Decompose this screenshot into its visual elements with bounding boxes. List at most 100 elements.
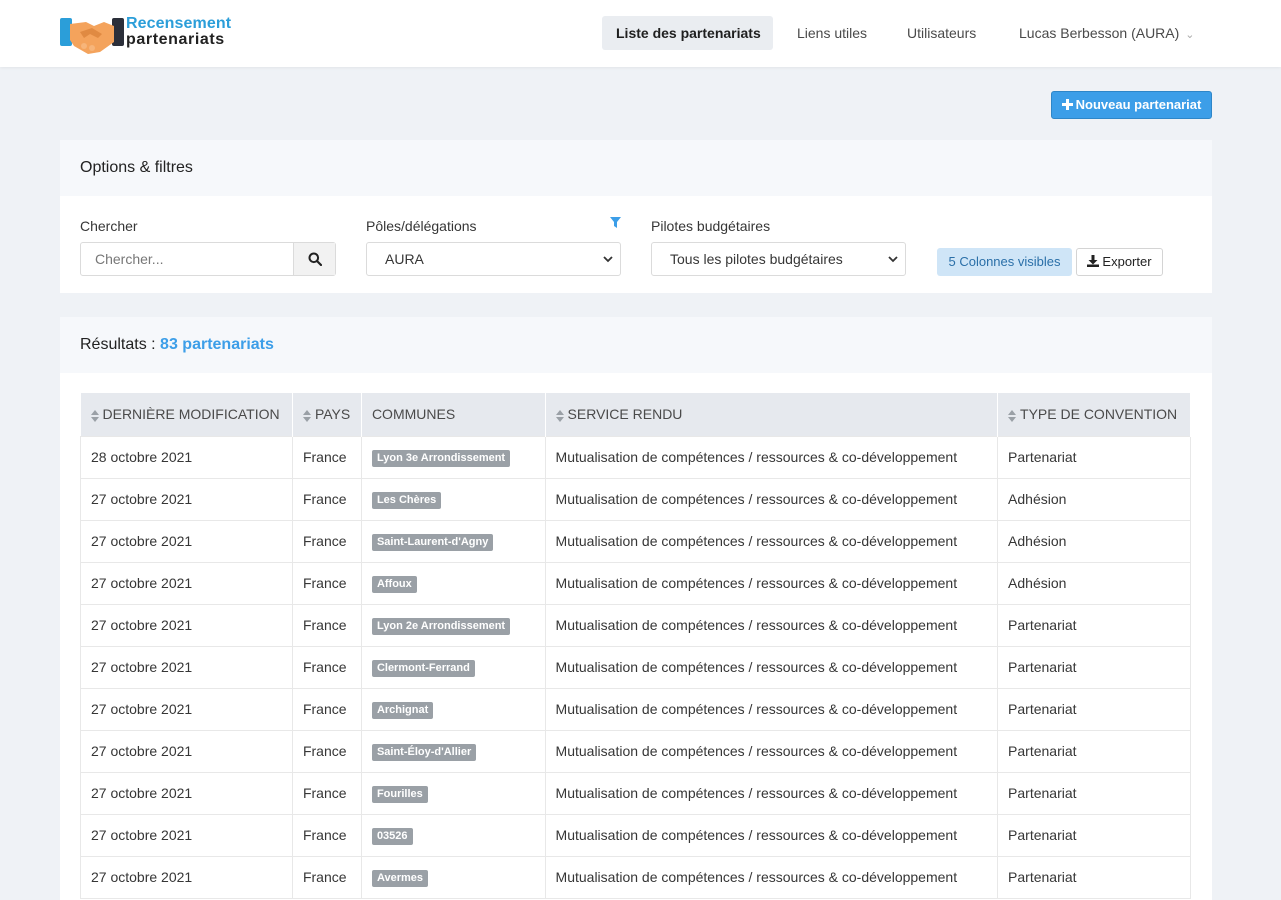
commune-tag: Clermont-Ferrand bbox=[371, 659, 475, 677]
cell-service: Mutualisation de compétences / ressource… bbox=[544, 729, 999, 773]
sort-icon bbox=[302, 409, 311, 422]
cell-commune: Archignat bbox=[360, 687, 546, 731]
handshake-logo-icon bbox=[60, 18, 124, 54]
cell-pays: France bbox=[291, 519, 362, 563]
nav-item-liens-utiles[interactable]: Liens utiles bbox=[783, 16, 881, 50]
cell-date: 27 octobre 2021 bbox=[80, 771, 293, 815]
cell-type: Partenariat bbox=[997, 813, 1191, 857]
cell-date: 27 octobre 2021 bbox=[80, 561, 293, 605]
table-row[interactable]: 27 octobre 2021 France Fourilles Mutualisat… bbox=[80, 771, 1191, 815]
nav-item-liste-partenariats[interactable]: Liste des partenariats bbox=[602, 16, 773, 50]
commune-tag: Archignat bbox=[371, 701, 434, 719]
commune-tag: Saint-Laurent-d'Agny bbox=[371, 533, 494, 551]
cell-commune: Saint-Laurent-d'Agny bbox=[360, 519, 546, 563]
plus-icon bbox=[1061, 99, 1073, 110]
cell-pays: France bbox=[291, 729, 362, 773]
commune-tag: Fourilles bbox=[371, 785, 428, 803]
commune-tag: Affoux bbox=[371, 575, 417, 593]
cell-service: Mutualisation de compétences / ressource… bbox=[544, 561, 999, 605]
chevron-down-icon: ⌄ bbox=[1185, 29, 1195, 41]
results-prefix: Résultats : bbox=[80, 336, 156, 353]
table-row[interactable]: 27 octobre 2021 France Clermont-Ferrand Mut… bbox=[80, 645, 1191, 689]
cell-type: Adhésion bbox=[997, 561, 1191, 605]
cell-service: Mutualisation de compétences / ressource… bbox=[544, 603, 999, 647]
cell-type: Partenariat bbox=[997, 603, 1191, 647]
cell-pays: France bbox=[291, 477, 362, 521]
brand-line-2: partenariats bbox=[126, 31, 225, 48]
cell-service: Mutualisation de compétences / ressource… bbox=[544, 477, 999, 521]
export-button[interactable]: Exporter bbox=[1076, 248, 1163, 276]
commune-tag: Lyon 3e Arrondissement bbox=[371, 449, 511, 467]
cell-commune: Lyon 3e Arrondissement bbox=[360, 435, 546, 479]
app-logo[interactable]: Recensement partenariats bbox=[60, 14, 240, 56]
table-row[interactable]: 27 octobre 2021 France Affoux Mutualisation… bbox=[80, 561, 1191, 605]
visible-columns-button[interactable]: 5 Colonnes visibles bbox=[937, 248, 1072, 276]
column-header-label: Dernière modification bbox=[102, 406, 280, 423]
pole-select-value: AURA bbox=[385, 251, 424, 267]
column-header-derniere-modification[interactable]: Dernière modification bbox=[80, 393, 293, 436]
search-input[interactable] bbox=[81, 243, 294, 275]
cell-type: Partenariat bbox=[997, 435, 1191, 479]
search-button[interactable] bbox=[293, 243, 335, 275]
cell-service: Mutualisation de compétences / ressource… bbox=[544, 771, 999, 815]
cell-service: Mutualisation de compétences / ressource… bbox=[544, 519, 999, 563]
cell-pays: France bbox=[291, 771, 362, 815]
pole-select[interactable]: AURA bbox=[366, 242, 621, 276]
cell-pays: France bbox=[291, 687, 362, 731]
cell-date: 28 octobre 2021 bbox=[80, 435, 293, 479]
results-count: 83 partenariats bbox=[160, 336, 274, 353]
pilote-select[interactable]: Tous les pilotes budgétaires bbox=[651, 242, 906, 276]
filter-icon[interactable] bbox=[610, 217, 621, 229]
table-row[interactable]: 27 octobre 2021 France Les Chères Mutualisa… bbox=[80, 477, 1191, 521]
user-name: Lucas Berbesson (AURA) bbox=[1019, 25, 1180, 41]
table-row[interactable]: 27 octobre 2021 France Saint-Laurent-d'Agn… bbox=[80, 519, 1191, 563]
column-header-pays[interactable]: Pays bbox=[292, 393, 362, 436]
cell-pays: France bbox=[291, 813, 362, 857]
column-header-type-convention[interactable]: Type de convention bbox=[997, 393, 1191, 436]
new-partenariat-button[interactable]: Nouveau partenariat bbox=[1051, 91, 1212, 119]
chevron-down-icon bbox=[603, 256, 613, 263]
cell-pays: France bbox=[291, 645, 362, 689]
table-header-row: Dernière modification Pays Communes Serv… bbox=[80, 393, 1191, 436]
navbar: Recensement partenariats Liste des parte… bbox=[0, 0, 1281, 67]
cell-commune: Les Chères bbox=[360, 477, 546, 521]
column-header-label: Pays bbox=[314, 406, 351, 423]
chevron-down-icon bbox=[888, 256, 898, 263]
table-row[interactable]: 27 octobre 2021 France Lyon 2e Arrondissem… bbox=[80, 603, 1191, 647]
filters-card: Options & filtres Chercher Pôles/délégat… bbox=[60, 140, 1212, 293]
cell-type: Adhésion bbox=[997, 519, 1191, 563]
table-row[interactable]: 28 octobre 2021 France Lyon 3e Arrondissem… bbox=[80, 435, 1191, 479]
download-icon bbox=[1087, 255, 1100, 267]
results-card: Résultats : 83 partenariats Dernière mod… bbox=[60, 317, 1212, 900]
cell-commune: Affoux bbox=[360, 561, 546, 605]
cell-commune: Fourilles bbox=[360, 771, 546, 815]
column-header-service-rendu[interactable]: Service rendu bbox=[545, 393, 999, 436]
user-menu[interactable]: Lucas Berbesson (AURA) ⌄ bbox=[1005, 16, 1209, 50]
sort-icon bbox=[90, 409, 99, 422]
sort-icon bbox=[1008, 409, 1017, 422]
new-partenariat-label: Nouveau partenariat bbox=[1075, 97, 1202, 112]
cell-commune: Clermont-Ferrand bbox=[360, 645, 546, 689]
cell-date: 27 octobre 2021 bbox=[80, 645, 293, 689]
cell-service: Mutualisation de compétences / ressource… bbox=[544, 435, 999, 479]
cell-commune: Lyon 2e Arrondissement bbox=[360, 603, 546, 647]
table-row[interactable]: 27 octobre 2021 France Avermes Mutualisatio… bbox=[80, 855, 1191, 899]
cell-type: Partenariat bbox=[997, 855, 1191, 899]
cell-date: 27 octobre 2021 bbox=[80, 519, 293, 563]
table-row[interactable]: 27 octobre 2021 France 03526 Mutualisation … bbox=[80, 813, 1191, 857]
commune-tag: Lyon 2e Arrondissement bbox=[371, 617, 511, 635]
column-header-communes: Communes bbox=[361, 393, 546, 436]
search-label: Chercher bbox=[80, 218, 138, 234]
cell-service: Mutualisation de compétences / ressource… bbox=[544, 687, 999, 731]
cell-date: 27 octobre 2021 bbox=[80, 855, 293, 899]
cell-pays: France bbox=[291, 603, 362, 647]
cell-pays: France bbox=[291, 435, 362, 479]
column-header-label: Communes bbox=[371, 406, 456, 423]
table-row[interactable]: 27 octobre 2021 France Saint-Éloy-d'Allier… bbox=[80, 729, 1191, 773]
search-icon bbox=[308, 252, 322, 266]
commune-tag: Les Chères bbox=[371, 491, 442, 509]
nav-item-utilisateurs[interactable]: Utilisateurs bbox=[893, 16, 990, 50]
cell-pays: France bbox=[291, 855, 362, 899]
cell-commune: 03526 bbox=[360, 813, 546, 857]
table-row[interactable]: 27 octobre 2021 France Archignat Mutualisat… bbox=[80, 687, 1191, 731]
